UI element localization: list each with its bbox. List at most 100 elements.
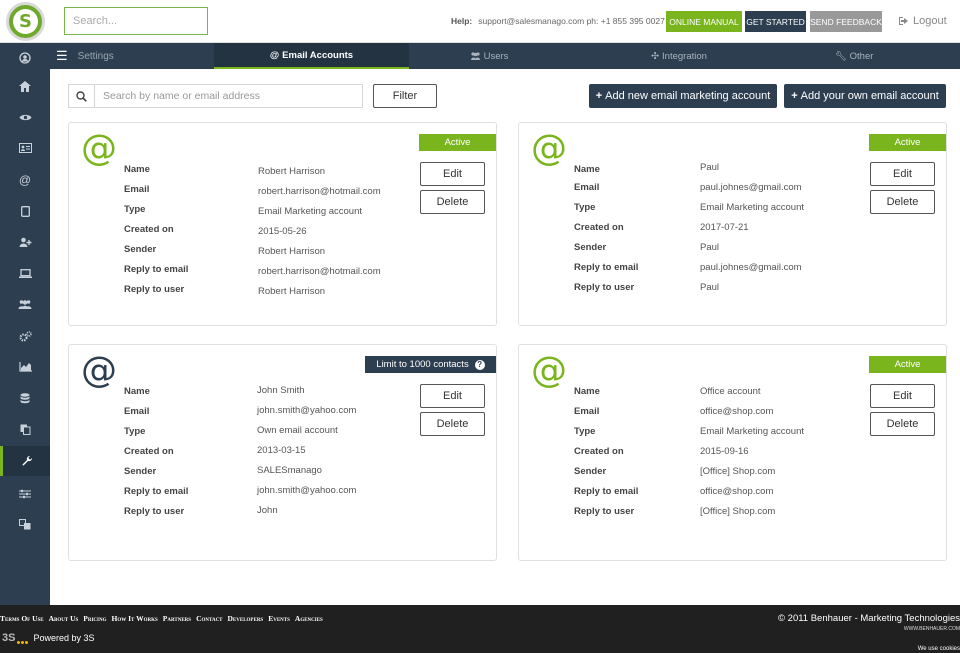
field-label: Name (124, 386, 150, 397)
delete-button[interactable]: Delete (420, 412, 485, 436)
limit-badge[interactable]: Limit to 1000 contacts ? (365, 356, 496, 373)
add-own-account-button[interactable]: + Add your own email account (784, 84, 946, 108)
field-label: Type (124, 204, 146, 215)
sidebar-item-data[interactable] (0, 383, 50, 413)
plus-icon: + (595, 90, 603, 102)
footer-link-pricing[interactable]: Pricing (83, 614, 106, 623)
help-info: Help: support@salesmanago.com ph: +1 855 … (451, 16, 665, 26)
footer-link-about[interactable]: About Us (49, 614, 79, 623)
sliders-icon (19, 489, 31, 499)
sidebar-item-profile[interactable] (0, 43, 50, 73)
sidebar-item-home[interactable] (0, 71, 50, 101)
sidebar-item-reports[interactable] (0, 352, 50, 382)
language-icon (19, 518, 31, 529)
search-icon[interactable] (69, 85, 95, 107)
delete-button[interactable]: Delete (870, 190, 935, 214)
footer-link-events[interactable]: Events (268, 614, 290, 623)
logout-link[interactable]: Logout (898, 15, 947, 27)
cogs-icon (19, 330, 32, 341)
sidebar-item-language[interactable] (0, 509, 50, 539)
footer-link-contact[interactable]: Contact (196, 614, 222, 623)
field-value: Robert Harrison (258, 246, 326, 257)
3s-logo-text: 3S (2, 632, 16, 644)
edit-button[interactable]: Edit (420, 162, 485, 186)
delete-button[interactable]: Delete (420, 190, 485, 214)
tab-other[interactable]: 🔧︎ Other (789, 43, 919, 69)
field-label: Sender (574, 466, 607, 477)
field-label: Reply to user (124, 506, 185, 517)
puzzle-icon: ✣ (651, 50, 660, 62)
cookies-notice: We use cookies (917, 646, 960, 652)
sidebar-item-groups[interactable] (0, 289, 50, 319)
field-value: [Office] Shop.com (700, 506, 776, 517)
field-value: 2013-03-15 (257, 445, 306, 456)
send-feedback-button[interactable]: SEND FEEDBACK (810, 11, 882, 32)
field-value: Paul (700, 282, 720, 293)
field-value: Email Marketing account (700, 426, 805, 437)
field-label: Sender (574, 242, 607, 253)
at-icon: @ (269, 49, 280, 61)
at-icon: @ (18, 173, 32, 187)
tab-label: Integration (662, 50, 707, 62)
sidebar-item-add-contact[interactable] (0, 227, 50, 257)
tab-integration[interactable]: ✣ Integration (569, 43, 789, 69)
edit-button[interactable]: Edit (870, 162, 935, 186)
global-search-input[interactable] (64, 7, 208, 35)
tab-email-accounts[interactable]: @ Email Accounts (214, 43, 409, 69)
salesmanago-logo[interactable]: S (6, 2, 45, 41)
benhauer-website-link[interactable]: WWW.BENHAUER.COM (904, 626, 960, 632)
field-label: Created on (124, 224, 174, 235)
hamburger-icon[interactable]: ☰ (56, 48, 68, 64)
footer-link-terms[interactable]: Terms Of Use (0, 614, 44, 623)
sidebar-item-automation[interactable] (0, 321, 50, 351)
database-icon (20, 392, 30, 403)
copyright: © 2011 Benhauer - Marketing Technologies (778, 613, 960, 624)
field-value: john.smith@yahoo.com (257, 405, 357, 416)
field-value: Robert Harrison (258, 286, 326, 297)
field-label: Email (574, 182, 600, 193)
logout-label: Logout (913, 15, 947, 27)
add-marketing-account-button[interactable]: + Add new email marketing account (589, 84, 777, 108)
field-value: john.smith@yahoo.com (257, 485, 357, 496)
field-label: Created on (574, 222, 624, 233)
users-icon (18, 300, 32, 309)
footer: Terms Of Use About Us Pricing How It Wor… (0, 605, 960, 653)
sidebar-item-preferences[interactable] (0, 479, 50, 509)
footer-link-how-it-works[interactable]: How It Works (112, 614, 158, 623)
field-label: Name (124, 164, 150, 175)
sidebar-item-monitoring[interactable] (0, 102, 50, 132)
help-question-icon[interactable]: ? (474, 359, 485, 370)
account-search-input[interactable] (95, 85, 362, 107)
field-label: Email (124, 406, 150, 417)
footer-link-agencies[interactable]: Agencies (295, 614, 323, 623)
copy-icon (20, 424, 30, 435)
help-label: Help: (451, 16, 473, 26)
3s-logo: 3S (2, 632, 29, 644)
settings-section[interactable]: ☰ Settings (56, 43, 114, 69)
powered-by[interactable]: 3S Powered by 3S (2, 632, 95, 644)
account-card: @ Active Name Office account Email office@… (518, 344, 947, 561)
sidebar-item-website[interactable] (0, 258, 50, 288)
field-label: Created on (574, 446, 624, 457)
edit-button[interactable]: Edit (870, 384, 935, 408)
footer-link-developers[interactable]: Developers (228, 614, 264, 623)
edit-button[interactable]: Edit (420, 384, 485, 408)
sidebar-item-contacts[interactable] (0, 133, 50, 163)
field-value: office@shop.com (700, 486, 774, 497)
footer-link-partners[interactable]: Partners (163, 614, 191, 623)
sidebar-item-settings[interactable] (0, 446, 50, 476)
delete-button[interactable]: Delete (870, 412, 935, 436)
tab-users[interactable]: Users (409, 43, 569, 69)
get-started-button[interactable]: GET STARTED (745, 11, 806, 32)
filter-button[interactable]: Filter (373, 84, 437, 108)
account-search (68, 84, 363, 108)
sidebar-item-mobile[interactable] (0, 196, 50, 226)
field-value: paul.johnes@gmail.com (700, 182, 802, 193)
field-label: Reply to email (124, 264, 189, 275)
email-account-icon: @ (531, 128, 567, 169)
sidebar-item-templates[interactable] (0, 414, 50, 444)
sidebar-item-email[interactable]: @ (0, 165, 50, 195)
online-manual-button[interactable]: ONLINE MANUAL (666, 11, 742, 32)
area-chart-icon (18, 362, 32, 372)
status-badge: Active (419, 134, 496, 151)
